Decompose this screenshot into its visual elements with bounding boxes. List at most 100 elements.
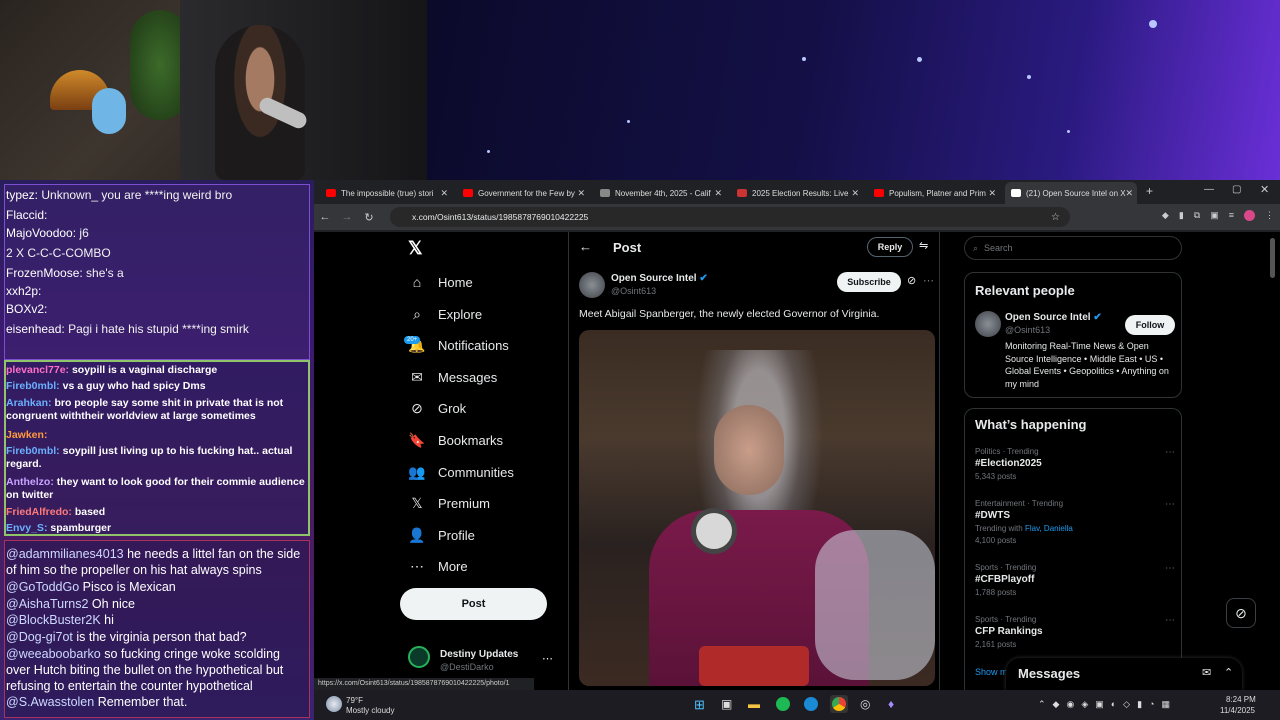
trend-item[interactable]: Sports · Trending CFP Rankings 2,161 posts…: [975, 615, 1175, 649]
trend-with-label: Trending with: [975, 524, 1025, 533]
trash-icon[interactable]: ▮: [1179, 210, 1184, 221]
nav-item-notifications[interactable]: 🔔 Notifications: [408, 337, 509, 354]
subscribe-button[interactable]: Subscribe: [837, 272, 901, 292]
chrome-icon[interactable]: [832, 697, 846, 711]
chat-username: Arahkan:: [6, 397, 52, 409]
tab-close-icon[interactable]: ✕: [714, 188, 722, 199]
nav-item-communities[interactable]: 👥 Communities: [408, 464, 514, 481]
tweet-photo[interactable]: [579, 330, 935, 686]
account-avatar[interactable]: [408, 646, 430, 668]
nav-item-more[interactable]: ⋯ More: [408, 558, 468, 575]
nav-label: Premium: [438, 496, 491, 512]
trend-item[interactable]: Sports · Trending #CFBPlayoff 1,788 posts ⋯: [975, 563, 1175, 597]
back-icon[interactable]: ←: [314, 211, 336, 223]
x-logo-icon[interactable]: 𝕏: [408, 238, 423, 259]
nav-item-messages[interactable]: ✉ Messages: [408, 369, 497, 386]
bookmark-star-icon[interactable]: ☆: [1051, 212, 1060, 223]
back-arrow-icon[interactable]: ←: [579, 239, 592, 254]
filter-icon[interactable]: ⇋: [919, 239, 928, 252]
search-placeholder: Search: [984, 243, 1013, 253]
reload-icon[interactable]: ↻: [358, 211, 380, 224]
chat-username: xxh2p:: [6, 284, 42, 298]
close-window-button[interactable]: ✕: [1260, 183, 1269, 196]
task-view-icon[interactable]: ▣: [721, 697, 732, 711]
author-avatar[interactable]: [579, 272, 605, 298]
grok-icon[interactable]: ⊘: [907, 274, 916, 287]
status-bar-url: https://x.com/Osint613/status/1985878769…: [314, 678, 534, 690]
follow-button[interactable]: Follow: [1125, 315, 1175, 335]
nav-item-premium[interactable]: 𝕏 Premium: [408, 495, 490, 512]
expand-icon[interactable]: ⌃: [1224, 666, 1233, 679]
browser-tab[interactable]: 2025 Election Results: Live ✕: [731, 182, 863, 204]
nav-item-grok[interactable]: ⊘ Grok: [408, 400, 466, 417]
tab-close-icon[interactable]: ✕: [440, 188, 448, 199]
nav-item-bookmarks[interactable]: 🔖 Bookmarks: [408, 432, 503, 449]
menu-icon[interactable]: ⋮: [1265, 210, 1274, 221]
profile-avatar-icon[interactable]: [1244, 210, 1255, 221]
tab-close-icon[interactable]: ✕: [851, 188, 859, 199]
browser-tab[interactable]: Government for the Few by ✕: [457, 182, 589, 204]
trend-item[interactable]: Politics · Trending #Election2025 5,343 po…: [975, 447, 1175, 481]
browser-tab[interactable]: November 4th, 2025 - Calif ✕: [594, 182, 726, 204]
trend-with-names[interactable]: Flav, Daniella: [1025, 524, 1073, 533]
spotify-icon[interactable]: [776, 697, 790, 711]
chat-username: FriedAlfredo:: [6, 506, 72, 518]
nav-label: Home: [438, 274, 473, 290]
chat-text: Pagi i hate his stupid ****ing smirk: [68, 322, 249, 336]
relevant-name[interactable]: Open Source Intel ✔: [1005, 312, 1102, 323]
maximize-button[interactable]: ▢: [1232, 184, 1241, 195]
author-name[interactable]: Open Source Intel ✔: [611, 273, 708, 284]
chat-text: 2 X C-C-C-COMBO: [6, 246, 111, 260]
minimize-button[interactable]: —: [1204, 184, 1214, 195]
extension-icon[interactable]: ◆: [1162, 210, 1169, 221]
trend-more-icon[interactable]: ⋯: [1165, 447, 1175, 458]
trend-more-icon[interactable]: ⋯: [1165, 563, 1175, 574]
x-sidebar: 𝕏 ⌂ Home ⌕ Explore 🔔 Notifications ✉ Messages ⊘ G…: [400, 232, 568, 690]
search-field[interactable]: ⌕ Search: [964, 236, 1182, 260]
nav-item-explore[interactable]: ⌕ Explore: [408, 306, 482, 323]
forward-icon[interactable]: →: [336, 211, 358, 223]
scrollbar-thumb[interactable]: [1270, 238, 1275, 278]
communities-icon: 👥: [408, 463, 426, 480]
search-icon: ⌕: [973, 242, 979, 253]
browser-tab[interactable]: The impossible (true) stori ✕: [320, 182, 452, 204]
trend-more-icon[interactable]: ⋯: [1165, 499, 1175, 510]
start-icon[interactable]: ⊞: [694, 697, 705, 713]
account-more-icon[interactable]: ⋯: [542, 652, 553, 665]
messages-dock[interactable]: Messages ✉ ⌃: [1006, 658, 1242, 690]
space-background: [427, 0, 1280, 180]
chat-username: Envy_S:: [6, 522, 48, 534]
app-icon[interactable]: ♦: [888, 697, 894, 711]
tab-close-icon[interactable]: ✕: [577, 188, 585, 199]
tab-close-icon[interactable]: ✕: [988, 188, 996, 199]
edge-icon[interactable]: [804, 697, 818, 711]
file-explorer-icon[interactable]: ▬: [748, 697, 760, 711]
tab-close-icon[interactable]: ✕: [1125, 188, 1133, 199]
browser-tab[interactable]: (21) Open Source Intel on X ✕: [1005, 182, 1137, 204]
media-icon[interactable]: ≡: [1229, 210, 1234, 221]
tab-label: Government for the Few by: [478, 188, 575, 198]
reply-button[interactable]: Reply: [867, 237, 913, 257]
more-options-icon[interactable]: ⋯: [923, 274, 934, 287]
url-field[interactable]: x.com/Osint613/status/198587876901042222…: [390, 207, 1070, 227]
trend-item[interactable]: Entertainment · Trending #DWTS Trending wi…: [975, 499, 1175, 545]
chat-text: j6: [79, 226, 89, 240]
nav-label: Notifications: [438, 338, 509, 354]
tray-icons[interactable]: ⌃◆◉◈▣◐◇▮◔▦: [1038, 699, 1177, 710]
trend-more-icon[interactable]: ⋯: [1165, 615, 1175, 626]
chat-message: @S.Awasstolen Remember that.: [6, 694, 306, 710]
puzzle-icon[interactable]: ⧉: [1194, 210, 1200, 221]
steam-icon[interactable]: ◎: [860, 697, 870, 711]
sidebar-icon[interactable]: ▣: [1210, 210, 1219, 221]
nav-item-profile[interactable]: 👤 Profile: [408, 527, 475, 544]
new-tab-button[interactable]: +: [1146, 184, 1153, 198]
nav-item-home[interactable]: ⌂ Home: [408, 274, 473, 290]
grok-floating-icon[interactable]: ⊘: [1226, 598, 1256, 628]
new-message-icon[interactable]: ✉: [1202, 666, 1211, 679]
post-button[interactable]: Post: [400, 588, 547, 620]
chat-text: she's a: [86, 266, 124, 280]
tab-favicon-icon: [600, 189, 610, 197]
browser-tab[interactable]: Populism, Platner and Prim ✕: [868, 182, 1000, 204]
relevant-avatar[interactable]: [975, 311, 1001, 337]
show-more-link[interactable]: Show m: [975, 667, 1008, 677]
